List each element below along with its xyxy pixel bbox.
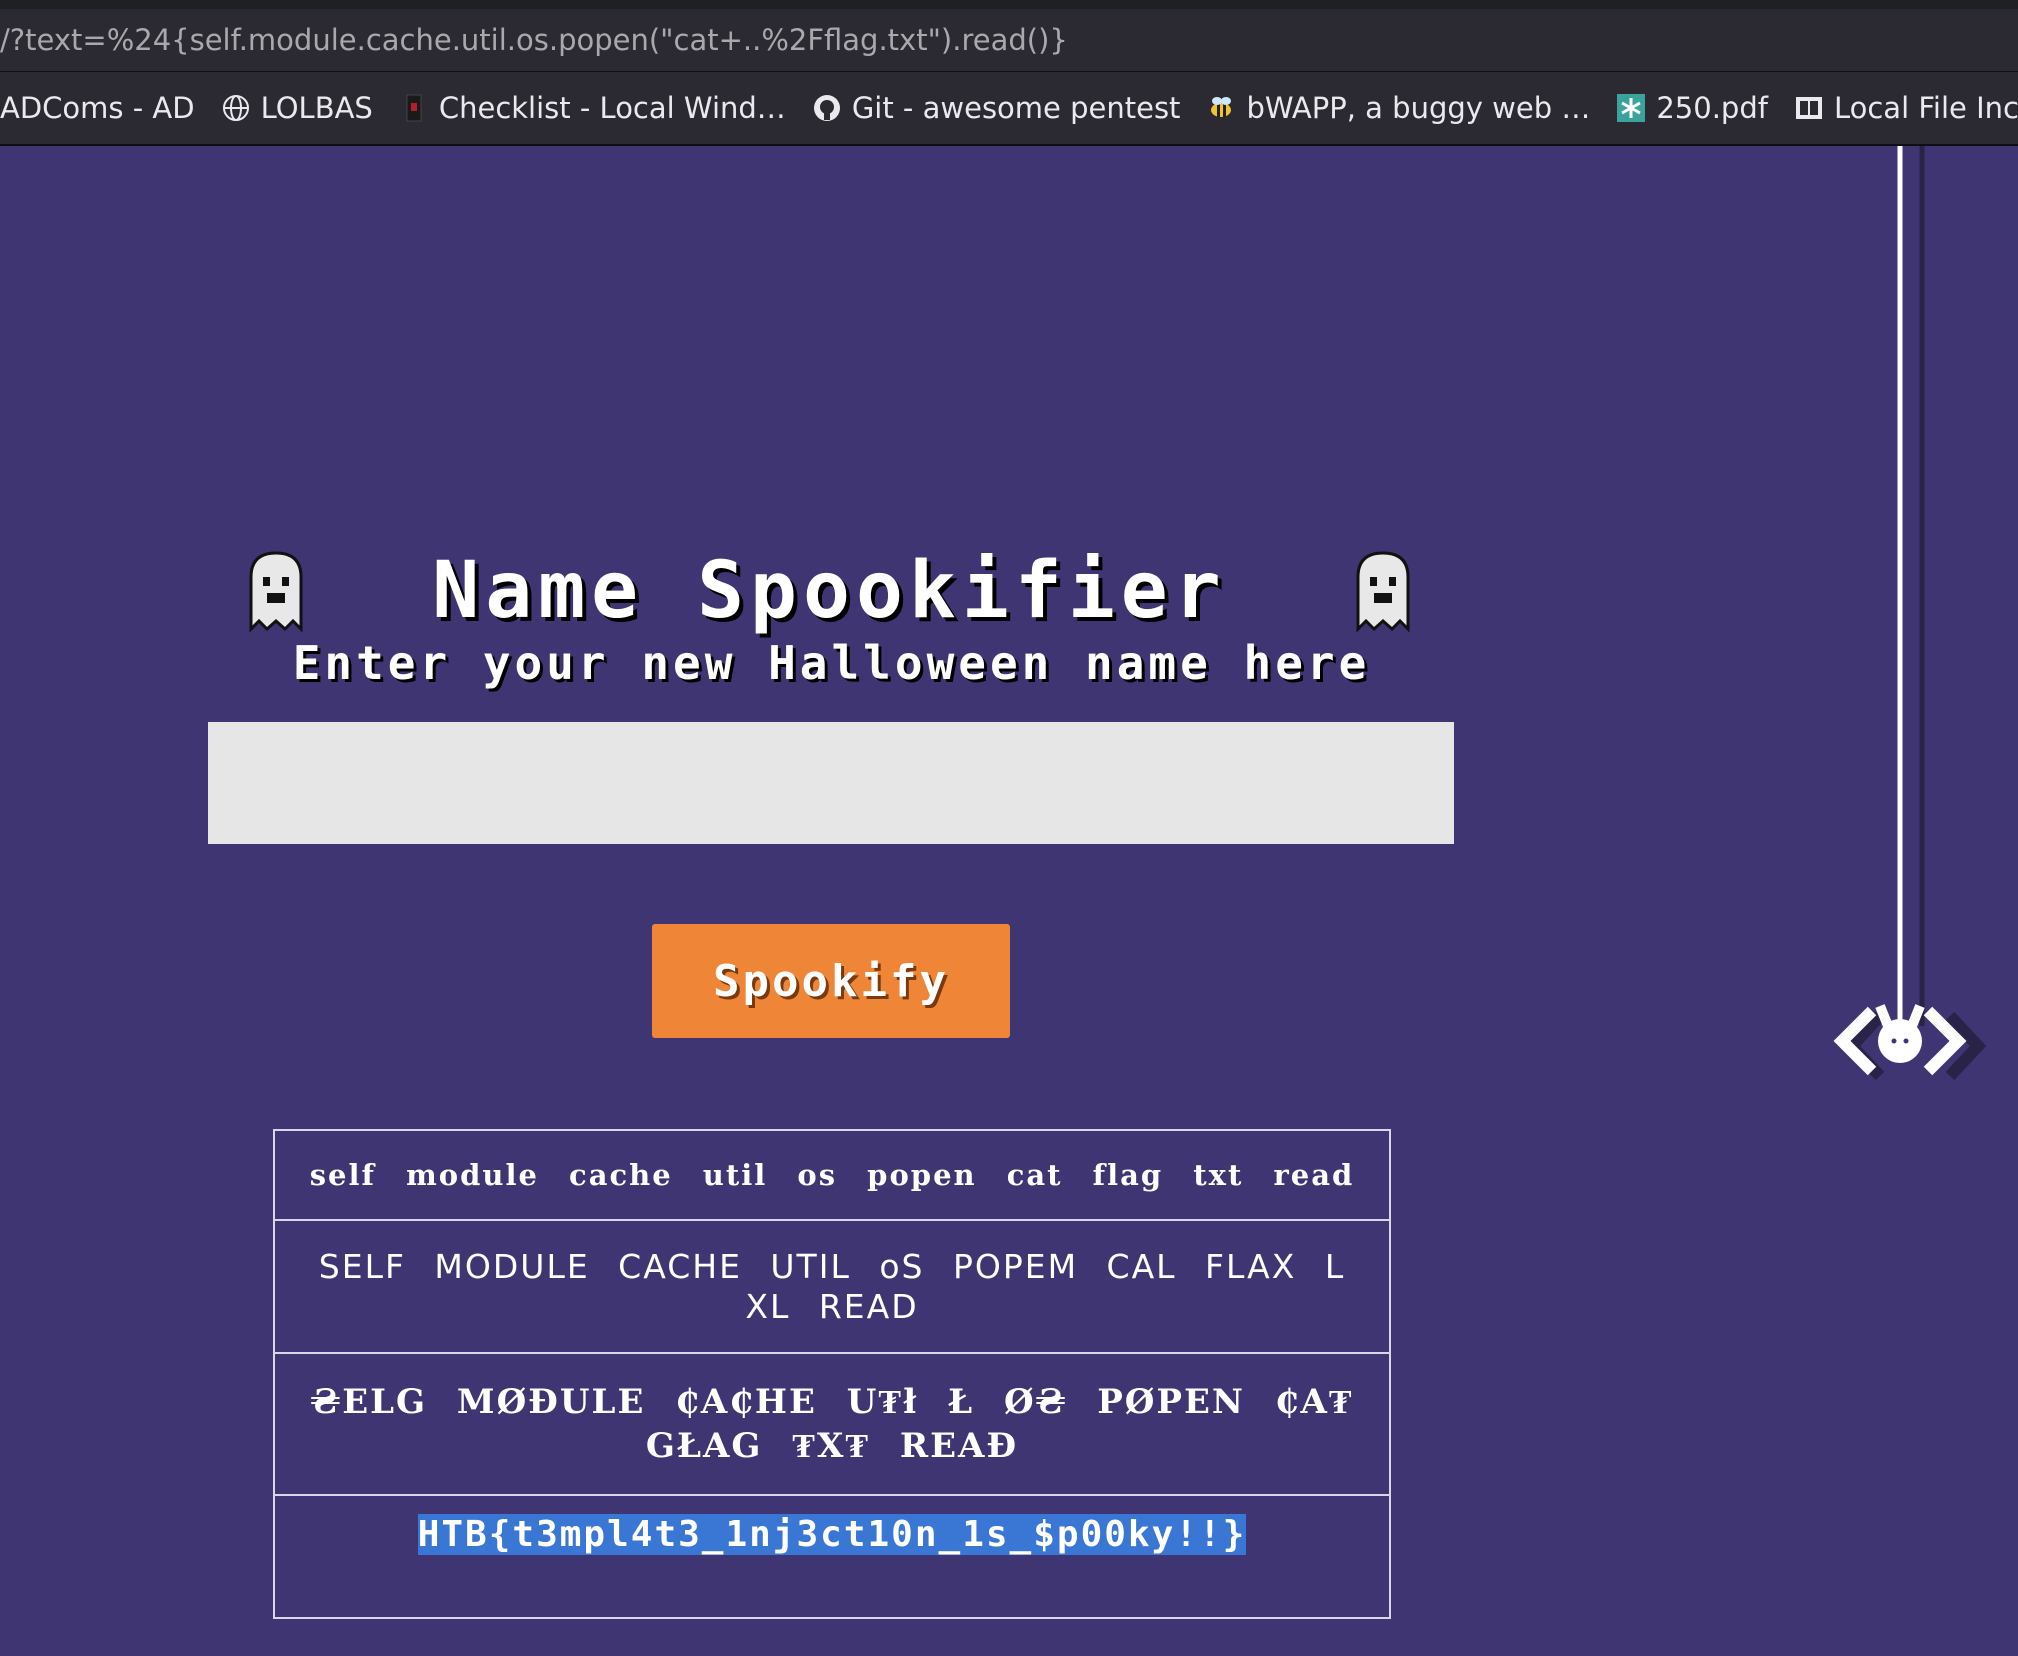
asterisk-icon bbox=[1617, 94, 1646, 122]
result-row-flag: HTB{t3mpl4t3_1nj3ct10n_1s_$p00ky!!} bbox=[275, 1496, 1389, 1617]
title-row: Name Spookifier bbox=[247, 536, 1412, 646]
bookmark-label: ADComs - AD bbox=[0, 91, 195, 125]
result-row: SELF MODULE CACHE UTIL oS POPEM CAL FLAX… bbox=[275, 1221, 1389, 1354]
bookmark-label: bWAPP, a buggy web … bbox=[1246, 91, 1591, 125]
url-text[interactable]: /?text=%24{self.module.cache.util.os.pop… bbox=[0, 23, 1068, 57]
bookmark-adcoms[interactable]: ADComs - AD bbox=[0, 91, 195, 125]
bookmark-250-pdf[interactable]: 250.pdf bbox=[1616, 91, 1768, 125]
bookmark-label: Git - awesome pentest bbox=[851, 91, 1181, 125]
github-icon bbox=[813, 95, 840, 121]
result-row: ₴ELG MØĐULE ₵A₵HE U₮ł Ł Ø₴ PØPEN ₵A₮ GŁA… bbox=[275, 1354, 1389, 1496]
bookmarks-toolbar: ADComs - AD LOLBAS Checklist - Local Win… bbox=[0, 72, 2018, 146]
flag-text[interactable]: HTB{t3mpl4t3_1nj3ct10n_1s_$p00ky!!} bbox=[417, 1514, 1247, 1555]
page-subtitle: Enter your new Halloween name here bbox=[292, 636, 1371, 690]
spookify-button[interactable]: Spookify bbox=[652, 924, 1010, 1038]
bookmark-label: Checklist - Local Wind… bbox=[438, 91, 786, 125]
name-input[interactable] bbox=[208, 722, 1454, 844]
bookmark-bwapp[interactable]: bWAPP, a buggy web … bbox=[1206, 91, 1590, 125]
bookmark-local-file-inclusion[interactable]: Local File Inclusion · T… bbox=[1794, 91, 2018, 125]
ghost-icon bbox=[249, 551, 303, 633]
ghost-icon bbox=[1356, 551, 1410, 633]
bookmark-git-awesome-pentest[interactable]: Git - awesome pentest bbox=[812, 91, 1181, 125]
bee-icon bbox=[1211, 97, 1232, 117]
results-table: self module cache util os popen cat flag… bbox=[273, 1129, 1391, 1619]
bookmark-label: Local File Inclusion · T… bbox=[1833, 91, 2018, 125]
page-title: Name Spookifier bbox=[432, 546, 1227, 636]
globe-icon bbox=[222, 95, 249, 121]
result-row: self module cache util os popen cat flag… bbox=[275, 1131, 1389, 1221]
address-bar[interactable]: /?text=%24{self.module.cache.util.os.pop… bbox=[0, 9, 2018, 72]
window-top-strip bbox=[0, 0, 2018, 9]
spider-icon bbox=[1833, 146, 1987, 1081]
page-content: Name Spookifier Enter your new Halloween… bbox=[0, 146, 2018, 1656]
bookmark-lolbas[interactable]: LOLBAS bbox=[221, 91, 373, 125]
notebook-icon bbox=[1795, 97, 1822, 119]
book-icon bbox=[406, 94, 422, 122]
bookmark-label: 250.pdf bbox=[1656, 91, 1768, 125]
flag-selection: HTB{t3mpl4t3_1nj3ct10n_1s_$p00ky!!} bbox=[417, 1514, 1247, 1555]
bookmark-checklist[interactable]: Checklist - Local Wind… bbox=[399, 91, 786, 125]
bookmark-label: LOLBAS bbox=[260, 91, 373, 125]
